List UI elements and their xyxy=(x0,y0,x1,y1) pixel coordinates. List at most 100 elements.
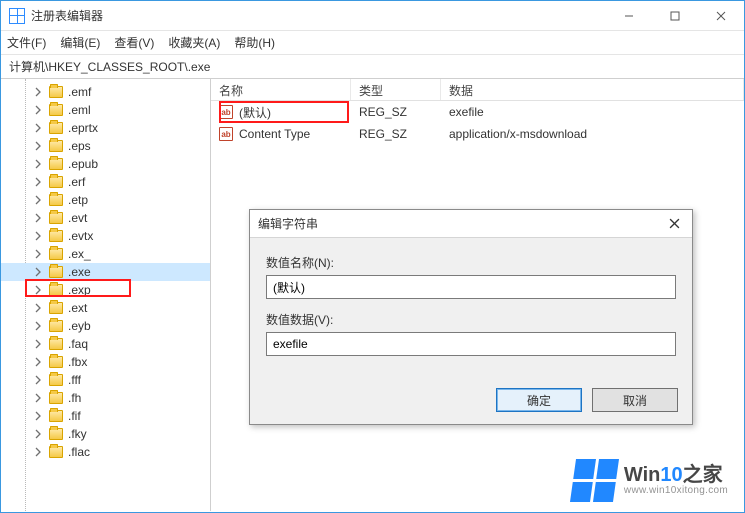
tree-item[interactable]: .exp xyxy=(1,281,210,299)
minimize-button[interactable] xyxy=(606,1,652,31)
folder-icon xyxy=(49,122,63,134)
chevron-right-icon xyxy=(33,141,43,151)
value-data: application/x-msdownload xyxy=(441,127,744,141)
tree-item[interactable]: .eml xyxy=(1,101,210,119)
menu-view[interactable]: 查看(V) xyxy=(114,34,154,51)
col-type[interactable]: 类型 xyxy=(351,79,441,100)
value-name-input[interactable] xyxy=(266,275,676,299)
edit-string-dialog: 编辑字符串 数值名称(N): 数值数据(V): 确定 取消 xyxy=(249,209,693,425)
folder-icon xyxy=(49,302,63,314)
value-type: REG_SZ xyxy=(351,127,441,141)
tree-item[interactable]: .ex_ xyxy=(1,245,210,263)
menu-help[interactable]: 帮助(H) xyxy=(234,34,275,51)
tree-item[interactable]: .epub xyxy=(1,155,210,173)
menu-file[interactable]: 文件(F) xyxy=(7,34,46,51)
folder-icon xyxy=(49,86,63,98)
chevron-right-icon xyxy=(33,357,43,367)
tree-item-label: .flac xyxy=(68,445,90,459)
folder-icon xyxy=(49,284,63,296)
folder-icon xyxy=(49,176,63,188)
folder-icon xyxy=(49,410,63,422)
close-button[interactable] xyxy=(698,1,744,31)
tree-item[interactable]: .flac xyxy=(1,443,210,461)
tree-item[interactable]: .etp xyxy=(1,191,210,209)
value-name: (默认) xyxy=(239,104,271,121)
wm-brand-b: 10 xyxy=(660,464,682,486)
ok-button[interactable]: 确定 xyxy=(496,388,582,412)
folder-icon xyxy=(49,338,63,350)
watermark: Win10之家 www.win10xitong.com xyxy=(573,459,728,502)
value-row[interactable]: abContent TypeREG_SZapplication/x-msdown… xyxy=(211,123,744,145)
tree-item[interactable]: .erf xyxy=(1,173,210,191)
cancel-button[interactable]: 取消 xyxy=(592,388,678,412)
col-name[interactable]: 名称 xyxy=(211,79,351,100)
chevron-right-icon xyxy=(33,123,43,133)
tree-item[interactable]: .exe xyxy=(1,263,210,281)
dialog-title: 编辑字符串 xyxy=(258,215,318,232)
dialog-close-button[interactable] xyxy=(656,210,692,238)
folder-icon xyxy=(49,158,63,170)
folder-icon xyxy=(49,392,63,404)
folder-icon xyxy=(49,194,63,206)
tree-item-label: .fh xyxy=(68,391,81,405)
app-icon xyxy=(9,8,25,24)
folder-icon xyxy=(49,140,63,152)
tree-item[interactable]: .eprtx xyxy=(1,119,210,137)
tree-item[interactable]: .faq xyxy=(1,335,210,353)
value-data: exefile xyxy=(441,105,744,119)
folder-icon xyxy=(49,104,63,116)
tree-item-label: .fif xyxy=(68,409,81,423)
tree-item[interactable]: .eps xyxy=(1,137,210,155)
chevron-right-icon xyxy=(33,447,43,457)
list-header: 名称 类型 数据 xyxy=(211,79,744,101)
chevron-right-icon xyxy=(33,231,43,241)
value-row[interactable]: ab(默认)REG_SZexefile xyxy=(211,101,744,123)
tree-view[interactable]: .emf .eml .eprtx .eps .epub .erf .etp .evt .evtx… xyxy=(1,79,211,511)
menu-favorites[interactable]: 收藏夹(A) xyxy=(168,34,220,51)
chevron-right-icon xyxy=(33,213,43,223)
app-title: 注册表编辑器 xyxy=(31,7,103,24)
address-bar[interactable]: 计算机\HKEY_CLASSES_ROOT\.exe xyxy=(1,55,744,79)
tree-item-label: .fbx xyxy=(68,355,87,369)
folder-icon xyxy=(49,374,63,386)
tree-item-label: .evt xyxy=(68,211,87,225)
wm-brand-c: 之家 xyxy=(683,464,723,486)
chevron-right-icon xyxy=(33,429,43,439)
value-type: REG_SZ xyxy=(351,105,441,119)
tree-item-label: .ext xyxy=(68,301,87,315)
tree-item-label: .fff xyxy=(68,373,81,387)
tree-item-label: .eps xyxy=(68,139,91,153)
tree-item[interactable]: .evtx xyxy=(1,227,210,245)
tree-item[interactable]: .emf xyxy=(1,83,210,101)
tree-item-label: .eyb xyxy=(68,319,91,333)
folder-icon xyxy=(49,230,63,242)
tree-item[interactable]: .fff xyxy=(1,371,210,389)
chevron-right-icon xyxy=(33,249,43,259)
folder-icon xyxy=(49,356,63,368)
chevron-right-icon xyxy=(33,87,43,97)
tree-item-label: .exp xyxy=(68,283,91,297)
chevron-right-icon xyxy=(33,195,43,205)
tree-item[interactable]: .eyb xyxy=(1,317,210,335)
tree-item-label: .eml xyxy=(68,103,91,117)
dialog-titlebar: 编辑字符串 xyxy=(250,210,692,238)
tree-item-label: .fky xyxy=(68,427,87,441)
col-data[interactable]: 数据 xyxy=(441,79,744,100)
menu-bar: 文件(F) 编辑(E) 查看(V) 收藏夹(A) 帮助(H) xyxy=(1,31,744,55)
tree-item[interactable]: .ext xyxy=(1,299,210,317)
app-window: 注册表编辑器 文件(F) 编辑(E) 查看(V) 收藏夹(A) 帮助(H) 计算… xyxy=(0,0,745,513)
tree-item[interactable]: .evt xyxy=(1,209,210,227)
wm-brand-a: Win xyxy=(624,464,660,486)
maximize-button[interactable] xyxy=(652,1,698,31)
tree-item[interactable]: .fif xyxy=(1,407,210,425)
folder-icon xyxy=(49,428,63,440)
tree-item[interactable]: .fky xyxy=(1,425,210,443)
tree-item[interactable]: .fbx xyxy=(1,353,210,371)
menu-edit[interactable]: 编辑(E) xyxy=(60,34,100,51)
chevron-right-icon xyxy=(33,105,43,115)
chevron-right-icon xyxy=(33,393,43,403)
tree-item-label: .erf xyxy=(68,175,85,189)
folder-icon xyxy=(49,248,63,260)
value-data-input[interactable] xyxy=(266,332,676,356)
tree-item[interactable]: .fh xyxy=(1,389,210,407)
